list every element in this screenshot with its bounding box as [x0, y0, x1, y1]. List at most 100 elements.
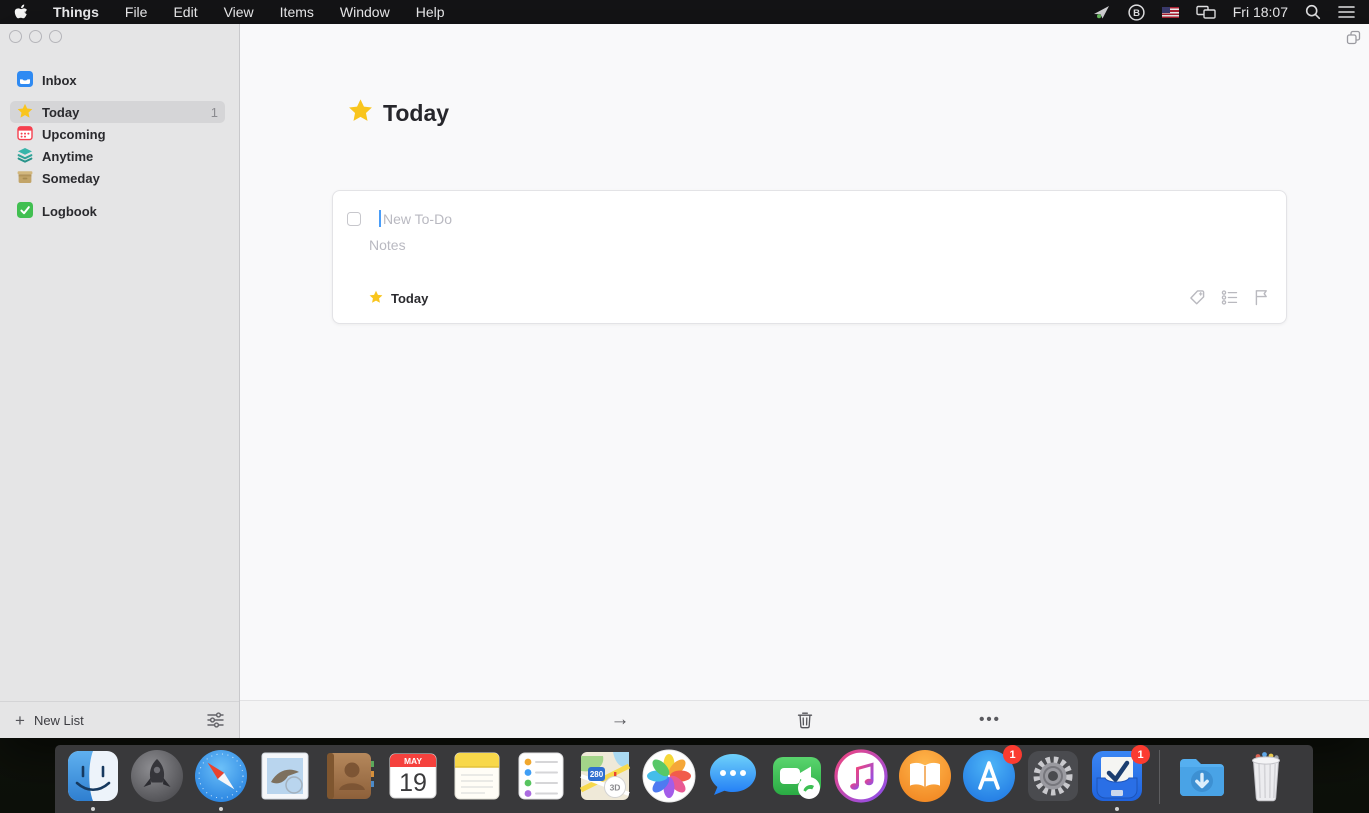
minimize-window-button[interactable]	[29, 30, 42, 43]
bartender-icon[interactable]: B	[1128, 4, 1145, 21]
todo-when-tag[interactable]: Today	[369, 290, 428, 307]
dock-maps-icon[interactable]: 280 3D	[577, 748, 633, 804]
new-list-button[interactable]: New List	[34, 713, 84, 728]
running-indicator	[91, 807, 95, 811]
menu-items[interactable]: Items	[267, 0, 327, 24]
menu-file[interactable]: File	[112, 0, 161, 24]
menu-things[interactable]: Things	[40, 0, 112, 24]
todo-action-icons	[1189, 289, 1270, 311]
running-indicator	[219, 807, 223, 811]
star-icon	[369, 290, 383, 307]
menu-view[interactable]: View	[211, 0, 267, 24]
window-tab-overview-icon[interactable]	[1345, 29, 1362, 51]
text-cursor	[379, 210, 381, 227]
dock: MAY 19 280 3D 1 1	[55, 745, 1313, 813]
dock-reminders-icon[interactable]	[513, 748, 569, 804]
dock-downloads-folder-icon[interactable]	[1174, 748, 1230, 804]
menu-bar-status: B Fri 18:07	[1093, 4, 1369, 21]
sidebar-item-today[interactable]: Today 1	[10, 101, 225, 123]
trash-icon[interactable]	[797, 701, 814, 738]
flag-icon[interactable]	[1253, 289, 1270, 311]
dock-mail-icon[interactable]	[257, 748, 313, 804]
svg-text:B: B	[1133, 8, 1140, 19]
dock-trash-icon[interactable]	[1238, 748, 1294, 804]
things-badge: 1	[1131, 745, 1150, 764]
sidebar-footer: + New List	[0, 701, 239, 738]
sidebar-item-anytime[interactable]: Anytime	[10, 145, 225, 167]
window-controls	[9, 30, 62, 43]
dock-ibooks-icon[interactable]	[897, 748, 953, 804]
todo-notes-input[interactable]: Notes	[369, 237, 406, 253]
dock-launchpad-icon[interactable]	[129, 748, 185, 804]
notification-center-icon[interactable]	[1338, 5, 1355, 19]
today-count-badge: 1	[211, 105, 218, 120]
bottom-toolbar: → •••	[240, 700, 1369, 738]
checklist-icon[interactable]	[1221, 289, 1238, 311]
dock-safari-icon[interactable]	[193, 748, 249, 804]
dock-divider	[1159, 750, 1160, 804]
sidebar-item-label: Someday	[42, 171, 100, 186]
sidebar-item-label: Inbox	[42, 73, 77, 88]
things-app-window: Inbox Today 1 Upcoming Anytime	[0, 24, 1369, 738]
spotlight-search-icon[interactable]	[1305, 4, 1321, 20]
apple-menu-icon[interactable]	[14, 4, 28, 21]
dock-things-icon[interactable]: 1	[1089, 748, 1145, 804]
svg-text:19: 19	[399, 769, 427, 797]
page-header: Today	[348, 98, 449, 128]
dock-app-store-icon[interactable]: 1	[961, 748, 1017, 804]
dock-photos-icon[interactable]	[641, 748, 697, 804]
dock-messages-icon[interactable]	[705, 748, 761, 804]
pointer-app-icon[interactable]	[1093, 5, 1111, 20]
sidebar-item-someday[interactable]: Someday	[10, 167, 225, 189]
menu-bar-clock[interactable]: Fri 18:07	[1233, 4, 1288, 20]
zoom-window-button[interactable]	[49, 30, 62, 43]
dock-system-preferences-icon[interactable]	[1025, 748, 1081, 804]
star-icon	[348, 98, 373, 128]
sidebar-item-label: Anytime	[42, 149, 93, 164]
menu-edit[interactable]: Edit	[160, 0, 210, 24]
sidebar: Inbox Today 1 Upcoming Anytime	[0, 24, 240, 738]
dock-notes-icon[interactable]	[449, 748, 505, 804]
dock-finder-icon[interactable]	[65, 748, 121, 804]
more-ellipsis-icon[interactable]: •••	[979, 701, 1001, 738]
input-source-us-flag-icon[interactable]	[1162, 7, 1179, 18]
sidebar-nav: Inbox Today 1 Upcoming Anytime	[10, 69, 225, 222]
dock-itunes-icon[interactable]	[833, 748, 889, 804]
svg-text:MAY: MAY	[404, 756, 422, 766]
sidebar-item-logbook[interactable]: Logbook	[10, 200, 225, 222]
menu-bar: Things File Edit View Items Window Help …	[0, 0, 1369, 24]
sidebar-item-label: Upcoming	[42, 127, 106, 142]
todo-when-label: Today	[391, 291, 428, 306]
anytime-layers-icon	[17, 147, 33, 166]
sidebar-item-label: Today	[42, 105, 79, 120]
someday-box-icon	[17, 169, 33, 188]
displays-icon[interactable]	[1196, 5, 1216, 20]
star-icon	[17, 103, 33, 122]
todo-title-row: New To-Do	[347, 210, 452, 227]
flag-canton	[1162, 7, 1170, 13]
sidebar-item-label: Logbook	[42, 204, 97, 219]
svg-text:280: 280	[590, 770, 604, 779]
close-window-button[interactable]	[9, 30, 22, 43]
main-content: Today New To-Do Notes Today	[240, 24, 1369, 738]
upcoming-calendar-icon	[17, 125, 33, 144]
running-indicator	[1115, 807, 1119, 811]
svg-text:3D: 3D	[610, 783, 621, 793]
dock-contacts-icon[interactable]	[321, 748, 377, 804]
dock-calendar-icon[interactable]: MAY 19	[385, 748, 441, 804]
tag-icon[interactable]	[1189, 289, 1206, 311]
sidebar-item-inbox[interactable]: Inbox	[10, 69, 225, 91]
dock-facetime-icon[interactable]	[769, 748, 825, 804]
sidebar-item-upcoming[interactable]: Upcoming	[10, 123, 225, 145]
menu-help[interactable]: Help	[403, 0, 458, 24]
move-arrow-icon[interactable]: →	[611, 701, 630, 738]
page-title: Today	[383, 100, 449, 127]
filter-sliders-icon[interactable]	[207, 712, 224, 728]
new-todo-editor-card[interactable]: New To-Do Notes Today	[332, 190, 1287, 324]
plus-icon: +	[15, 712, 25, 729]
todo-title-input[interactable]: New To-Do	[383, 211, 452, 227]
todo-checkbox[interactable]	[347, 212, 361, 226]
menu-window[interactable]: Window	[327, 0, 403, 24]
inbox-icon	[17, 71, 33, 90]
logbook-check-icon	[17, 202, 33, 221]
